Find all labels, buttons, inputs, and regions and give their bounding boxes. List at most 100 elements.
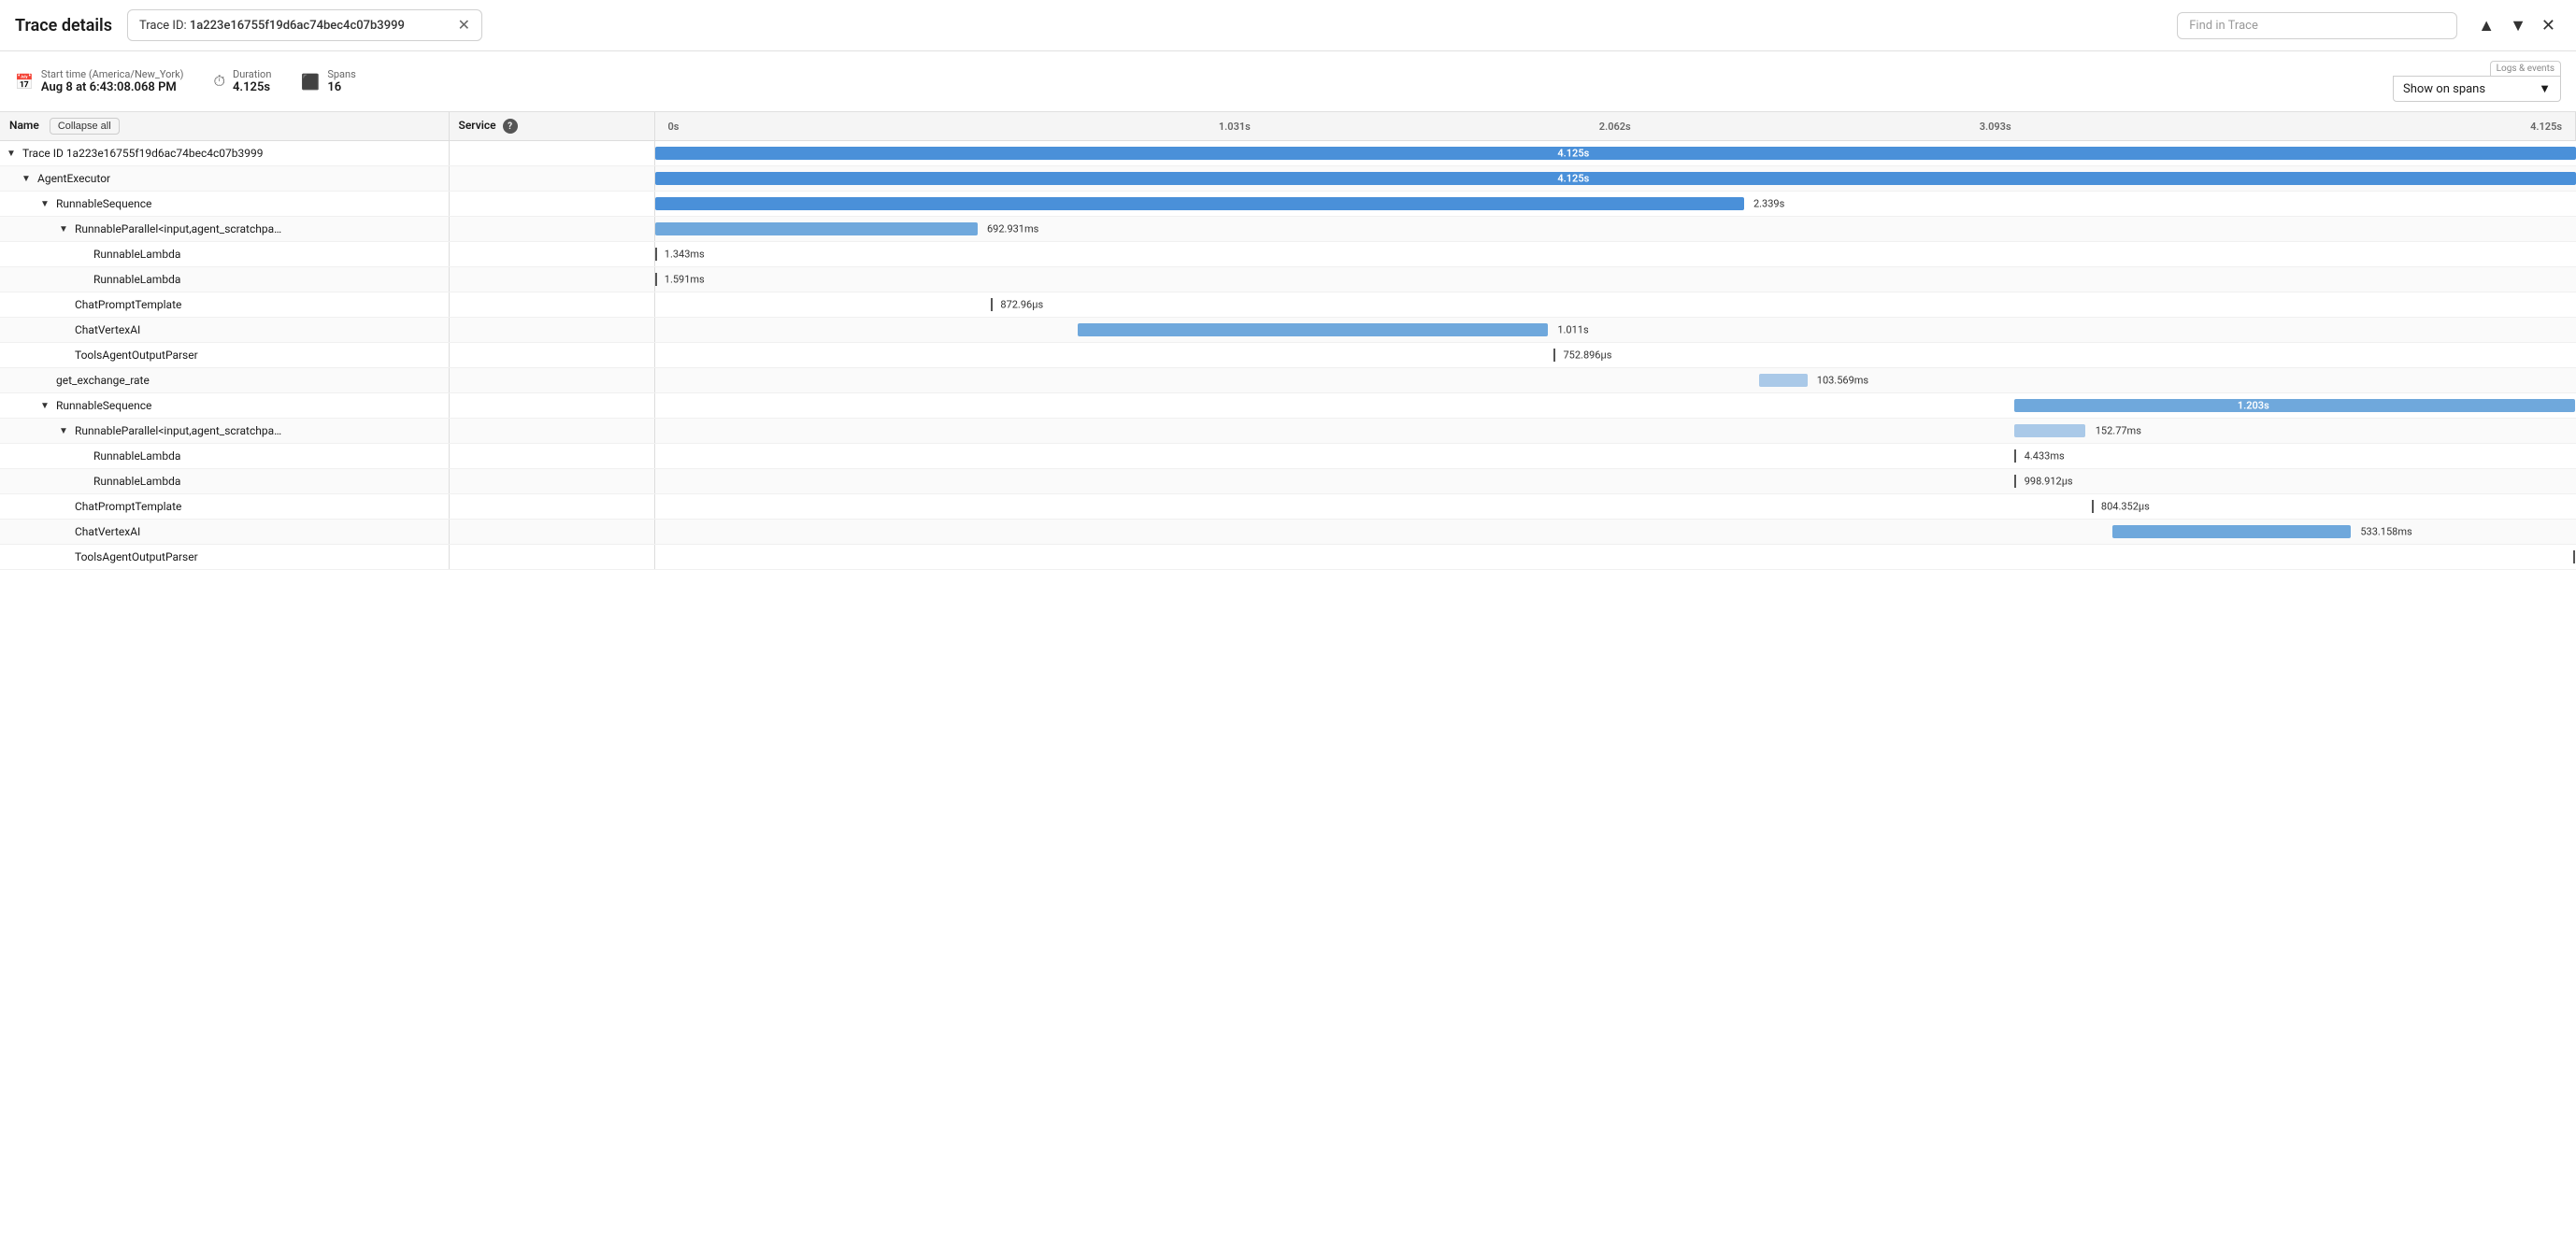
toggle-icon[interactable]: ▼ xyxy=(37,398,52,413)
span-name: ChatPromptTemplate xyxy=(75,298,181,311)
span-bar xyxy=(655,172,2576,185)
duration-value: 4.125s xyxy=(233,80,271,94)
name-cell: get_exchange_rate xyxy=(0,368,449,393)
timeline-cell: 4.433ms xyxy=(654,444,2576,469)
toggle-icon[interactable]: ▼ xyxy=(4,146,19,161)
calendar-icon: 📅 xyxy=(15,73,34,91)
toggle-icon xyxy=(56,499,71,514)
spans-value: 16 xyxy=(327,80,355,94)
start-time-item: 📅 Start time (America/New_York) Aug 8 at… xyxy=(15,68,184,94)
span-name: get_exchange_rate xyxy=(56,374,150,387)
start-time-value: Aug 8 at 6:43:08.068 PM xyxy=(41,80,184,94)
table-row: ▼RunnableSequence1.203s xyxy=(0,393,2576,419)
name-cell: RunnableLambda xyxy=(0,267,449,292)
name-cell: ToolsAgentOutputParser xyxy=(0,545,449,570)
timeline-cell: 2.339s xyxy=(654,192,2576,217)
toggle-icon xyxy=(37,373,52,388)
table-row: ▼Trace ID 1a223e16755f19d6ac74bec4c07b39… xyxy=(0,141,2576,166)
service-cell xyxy=(449,419,654,444)
service-cell xyxy=(449,368,654,393)
toggle-icon[interactable]: ▼ xyxy=(37,196,52,211)
service-cell xyxy=(449,545,654,570)
span-label: 998.912μs xyxy=(2025,476,2073,488)
col-header-service: Service ? xyxy=(449,112,654,141)
dropdown-icon: ▼ xyxy=(2539,81,2551,96)
name-cell: RunnableLambda xyxy=(0,242,449,267)
toggle-icon[interactable]: ▼ xyxy=(19,171,34,186)
span-name: RunnableParallel<input,agent_scratchpa… xyxy=(75,222,281,235)
toggle-icon xyxy=(75,474,90,489)
timeline-cell: 804.352μs xyxy=(654,494,2576,520)
span-label: 692.931ms xyxy=(987,223,1038,235)
span-bar xyxy=(655,197,1744,210)
name-cell: ▼ RunnableParallel<input,agent_scratchpa… xyxy=(0,419,449,444)
timeline-cell: 1.203s xyxy=(654,393,2576,419)
span-name: ChatVertexAI xyxy=(75,525,140,538)
service-cell xyxy=(449,267,654,292)
table-row: ▼ RunnableParallel<input,agent_scratchpa…… xyxy=(0,217,2576,242)
span-name: AgentExecutor xyxy=(37,172,110,185)
meta-row: 📅 Start time (America/New_York) Aug 8 at… xyxy=(0,51,2576,112)
collapse-all-button[interactable]: Collapse all xyxy=(50,118,120,135)
close-button[interactable]: ✕ xyxy=(2536,12,2561,39)
timeline-cell: 4.125s xyxy=(654,166,2576,192)
tick-4: 4.125s xyxy=(2185,121,2566,133)
span-name: Trace ID 1a223e16755f19d6ac74bec4c07b399… xyxy=(22,147,263,160)
toggle-icon[interactable]: ▼ xyxy=(56,423,71,438)
span-name: RunnableLambda xyxy=(93,475,180,488)
col-header-timeline: 0s 1.031s 2.062s 3.093s 4.125s xyxy=(654,112,2576,141)
service-cell xyxy=(449,242,654,267)
service-cell xyxy=(449,318,654,343)
trace-id-clear-button[interactable]: ✕ xyxy=(458,16,470,35)
col-header-name: Name Collapse all xyxy=(0,112,449,141)
table-header-row: Name Collapse all Service ? 0s 1.031s 2.… xyxy=(0,112,2576,141)
service-cell xyxy=(449,393,654,419)
span-tick xyxy=(655,248,657,261)
table-row: RunnableLambda 998.912μs xyxy=(0,469,2576,494)
toggle-icon[interactable]: ▼ xyxy=(56,221,71,236)
table-row: ▼AgentExecutor 4.125s xyxy=(0,166,2576,192)
nav-down-button[interactable]: ▼ xyxy=(2504,12,2532,39)
span-name: RunnableLambda xyxy=(93,248,180,261)
span-label: 2.339s xyxy=(1753,198,1784,210)
name-cell: ▼AgentExecutor xyxy=(0,166,449,192)
service-cell xyxy=(449,141,654,166)
toggle-icon xyxy=(56,549,71,564)
logs-events-box: Logs & events Show on spans ▼ xyxy=(2393,61,2561,102)
table-row: ChatVertexAI1.011s xyxy=(0,318,2576,343)
name-cell: ▼RunnableSequence xyxy=(0,192,449,217)
name-cell: ChatVertexAI xyxy=(0,520,449,545)
nav-up-button[interactable]: ▲ xyxy=(2472,12,2500,39)
span-label: 804.352μs xyxy=(2101,501,2150,513)
toggle-icon xyxy=(75,272,90,287)
nav-buttons: ▲ ▼ ✕ xyxy=(2472,12,2561,39)
timeline-cell: 872.96μs xyxy=(654,292,2576,318)
span-name: ToolsAgentOutputParser xyxy=(75,550,198,563)
service-cell xyxy=(449,217,654,242)
name-cell: ▼ RunnableParallel<input,agent_scratchpa… xyxy=(0,217,449,242)
span-label: 752.896μs xyxy=(1564,349,1612,362)
find-in-trace-input[interactable]: Find in Trace xyxy=(2177,12,2457,39)
table-row: RunnableLambda4.433ms xyxy=(0,444,2576,469)
start-time-label: Start time (America/New_York) xyxy=(41,68,184,80)
span-name: RunnableLambda xyxy=(93,273,180,286)
tick-1: 1.031s xyxy=(1044,121,1424,133)
spans-icon: ⬛ xyxy=(301,73,320,91)
span-bar xyxy=(2112,525,2351,538)
table-row: ChatPromptTemplate 804.352μs xyxy=(0,494,2576,520)
timeline-cell: 692.931ms xyxy=(654,217,2576,242)
service-help-icon[interactable]: ? xyxy=(503,119,518,134)
logs-events-select[interactable]: Show on spans ▼ xyxy=(2393,76,2561,102)
service-cell xyxy=(449,292,654,318)
span-name: ChatPromptTemplate xyxy=(75,500,181,513)
toggle-icon xyxy=(56,322,71,337)
name-cell: ▼Trace ID 1a223e16755f19d6ac74bec4c07b39… xyxy=(0,141,449,166)
toggle-icon xyxy=(56,348,71,363)
span-name: RunnableParallel<input,agent_scratchpa… xyxy=(75,424,281,437)
toggle-icon xyxy=(75,449,90,463)
span-tick xyxy=(2014,475,2016,488)
span-label: 1.343ms xyxy=(665,249,705,261)
span-tick xyxy=(1553,349,1555,362)
page-title: Trace details xyxy=(15,16,112,36)
spans-label: Spans xyxy=(327,68,355,80)
